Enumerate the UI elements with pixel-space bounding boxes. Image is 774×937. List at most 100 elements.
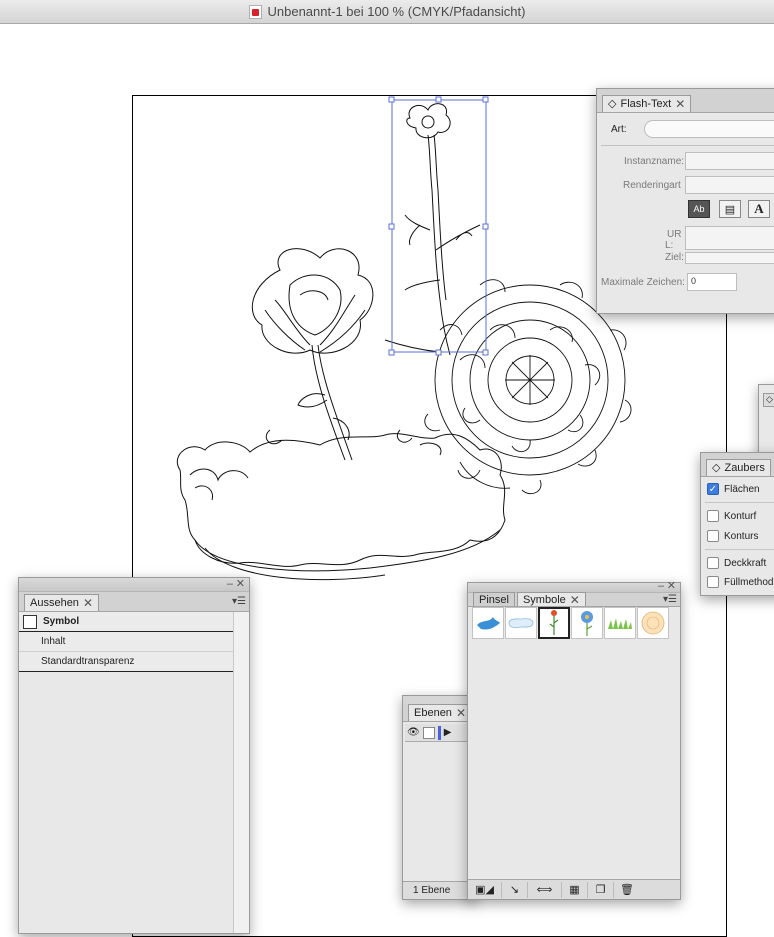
option-fuellmethode[interactable]: Füllmethod bbox=[707, 576, 773, 588]
tab-label: Zaubers bbox=[724, 462, 765, 474]
checkbox-checked-icon[interactable]: ✓ bbox=[707, 483, 719, 495]
place-symbol-icon[interactable]: ↘ bbox=[502, 881, 528, 898]
appearance-row-symbol[interactable]: Symbol bbox=[19, 612, 233, 632]
rose-flower bbox=[251, 248, 374, 461]
panel-menu-icon[interactable]: ▾☰ bbox=[232, 596, 246, 607]
window-titlebar: Unbenannt-1 bei 100 % (CMYK/Pfadansicht) bbox=[0, 0, 774, 24]
break-link-icon[interactable]: ⟺ bbox=[528, 881, 562, 898]
selection-box bbox=[388, 96, 489, 356]
text-antialias-icon[interactable]: Ab bbox=[688, 200, 710, 218]
minimize-icon[interactable]: – bbox=[658, 580, 664, 593]
option-label: Konturs bbox=[724, 530, 759, 542]
option-label: Füllmethod bbox=[724, 576, 774, 588]
window-title: Unbenannt-1 bei 100 % (CMYK/Pfadansicht) bbox=[267, 4, 526, 19]
collapse-icon[interactable]: ◇ bbox=[608, 96, 616, 112]
checkbox-icon[interactable] bbox=[707, 576, 719, 588]
close-icon[interactable]: ✕ bbox=[570, 592, 580, 608]
tab-flash-text[interactable]: ◇ Flash-Text ✕ bbox=[602, 95, 692, 112]
delete-icon[interactable]: 🗑 bbox=[614, 882, 640, 898]
close-icon[interactable]: ✕ bbox=[675, 96, 685, 112]
symbole-panel: – ✕ Pinsel Symbole ✕ ▾☰ ▣◢ ↘ ⟺ ▦ ❐ 🗑 bbox=[467, 580, 681, 900]
max-zeichen-input[interactable]: 0 bbox=[687, 273, 737, 291]
art-select[interactable] bbox=[644, 120, 774, 138]
symbol-library-icon[interactable]: ▣◢ bbox=[468, 881, 502, 898]
minimize-icon[interactable]: – bbox=[227, 578, 233, 591]
row-label: Standardtransparenz bbox=[41, 656, 135, 667]
tab-label: Aussehen bbox=[30, 597, 79, 609]
banner-cloud bbox=[177, 429, 506, 581]
option-label: Deckkraft bbox=[724, 557, 767, 569]
row-label: Inhalt bbox=[41, 636, 66, 647]
close-icon[interactable]: ✕ bbox=[83, 595, 93, 611]
scrollbar[interactable] bbox=[233, 612, 249, 933]
renderingart-select[interactable] bbox=[685, 176, 774, 194]
option-konturf[interactable]: Konturf bbox=[707, 510, 756, 522]
tab-symbole[interactable]: Symbole ✕ bbox=[516, 592, 586, 608]
close-icon[interactable]: ✕ bbox=[456, 705, 466, 721]
layer-color-icon bbox=[437, 725, 441, 740]
grass-symbol[interactable] bbox=[604, 607, 636, 639]
chrysanthemum-symbol[interactable] bbox=[637, 607, 669, 639]
option-label: Flächen bbox=[724, 483, 760, 495]
aussehen-panel: – ✕ Aussehen ✕ ▾☰ Symbol Inhalt Standard… bbox=[18, 577, 250, 934]
tab-label: Symbole bbox=[522, 593, 566, 606]
option-label: Konturf bbox=[724, 510, 757, 522]
url-input[interactable] bbox=[685, 226, 774, 250]
hidden-panel-tab[interactable]: ◇ C bbox=[763, 393, 774, 407]
ebenen-panel: Ebenen ✕ 👁 ▶ 1 Ebene bbox=[402, 695, 477, 900]
max-zeichen-label: Maximale Zeichen: bbox=[601, 277, 685, 288]
collapse-icon[interactable]: ◇ bbox=[712, 460, 720, 476]
instanzname-label: Instanzname: bbox=[624, 156, 685, 167]
pdf-icon bbox=[248, 4, 262, 19]
bird-symbol[interactable] bbox=[472, 607, 504, 639]
tab-zauberstab[interactable]: ◇ Zaubers bbox=[706, 459, 771, 476]
tab-aussehen[interactable]: Aussehen ✕ bbox=[24, 594, 99, 611]
tab-row: Pinsel Symbole ✕ ▾☰ bbox=[468, 592, 680, 608]
option-konturs[interactable]: Konturs bbox=[707, 530, 758, 542]
lock-toggle[interactable] bbox=[422, 726, 435, 739]
checkbox-icon[interactable] bbox=[707, 530, 719, 542]
close-panel-icon[interactable]: ✕ bbox=[667, 580, 676, 593]
divider bbox=[705, 502, 774, 503]
new-symbol-icon[interactable]: ❐ bbox=[588, 881, 614, 898]
renderingart-label: Renderingart bbox=[623, 180, 681, 191]
checkbox-icon[interactable] bbox=[707, 557, 719, 569]
cloud-banner-symbol[interactable] bbox=[505, 607, 537, 639]
divider bbox=[601, 145, 774, 146]
flash-text-panel: ◇ Flash-Text ✕ Art: Instanzname: Renderi… bbox=[596, 88, 774, 314]
option-flaechen[interactable]: ✓ Flächen bbox=[707, 483, 760, 495]
row-label: Symbol bbox=[43, 616, 80, 627]
layer-count: 1 Ebene bbox=[413, 885, 451, 896]
checkbox-icon[interactable] bbox=[707, 510, 719, 522]
l-label: L: bbox=[665, 240, 674, 251]
symbole-footer: ▣◢ ↘ ⟺ ▦ ❐ 🗑 bbox=[468, 879, 680, 899]
ur-label: UR bbox=[667, 229, 682, 240]
tab-row: Aussehen ✕ ▾☰ bbox=[19, 592, 249, 612]
font-icon[interactable]: A bbox=[748, 200, 770, 218]
tab-ebenen[interactable]: Ebenen ✕ bbox=[408, 704, 472, 721]
tab-label: Flash-Text bbox=[620, 98, 672, 110]
ziel-input[interactable] bbox=[685, 252, 774, 264]
blue-flower-symbol[interactable] bbox=[571, 607, 603, 639]
appearance-row-transparenz[interactable]: Standardtransparenz bbox=[19, 652, 233, 672]
option-deckkraft[interactable]: Deckkraft bbox=[707, 557, 766, 569]
symbol-options-icon[interactable]: ▦ bbox=[562, 881, 588, 898]
ebenen-footer: 1 Ebene bbox=[403, 881, 475, 899]
symbol-grid bbox=[472, 607, 670, 639]
symbol-swatch bbox=[23, 614, 37, 629]
tab-row: Ebenen ✕ bbox=[403, 704, 475, 722]
paragraph-icon[interactable]: ▤ bbox=[719, 200, 741, 218]
tab-pinsel[interactable]: Pinsel bbox=[473, 592, 515, 606]
tab-label: Ebenen bbox=[414, 707, 452, 719]
panel-header: – ✕ bbox=[19, 578, 249, 592]
panel-menu-icon[interactable]: ▾☰ bbox=[663, 594, 677, 605]
expand-arrow-icon[interactable]: ▶ bbox=[444, 727, 452, 738]
eye-icon[interactable]: 👁 bbox=[407, 727, 420, 738]
stem-flower bbox=[384, 103, 481, 356]
flower-stem-symbol[interactable] bbox=[538, 607, 570, 639]
close-panel-icon[interactable]: ✕ bbox=[236, 578, 245, 591]
tab-label: Pinsel bbox=[479, 593, 509, 606]
instanzname-input[interactable] bbox=[685, 152, 774, 170]
appearance-row-inhalt[interactable]: Inhalt bbox=[19, 632, 233, 652]
zauberstab-panel: ◇ Zaubers ✓ Flächen Konturf Konturs Deck… bbox=[700, 452, 774, 596]
